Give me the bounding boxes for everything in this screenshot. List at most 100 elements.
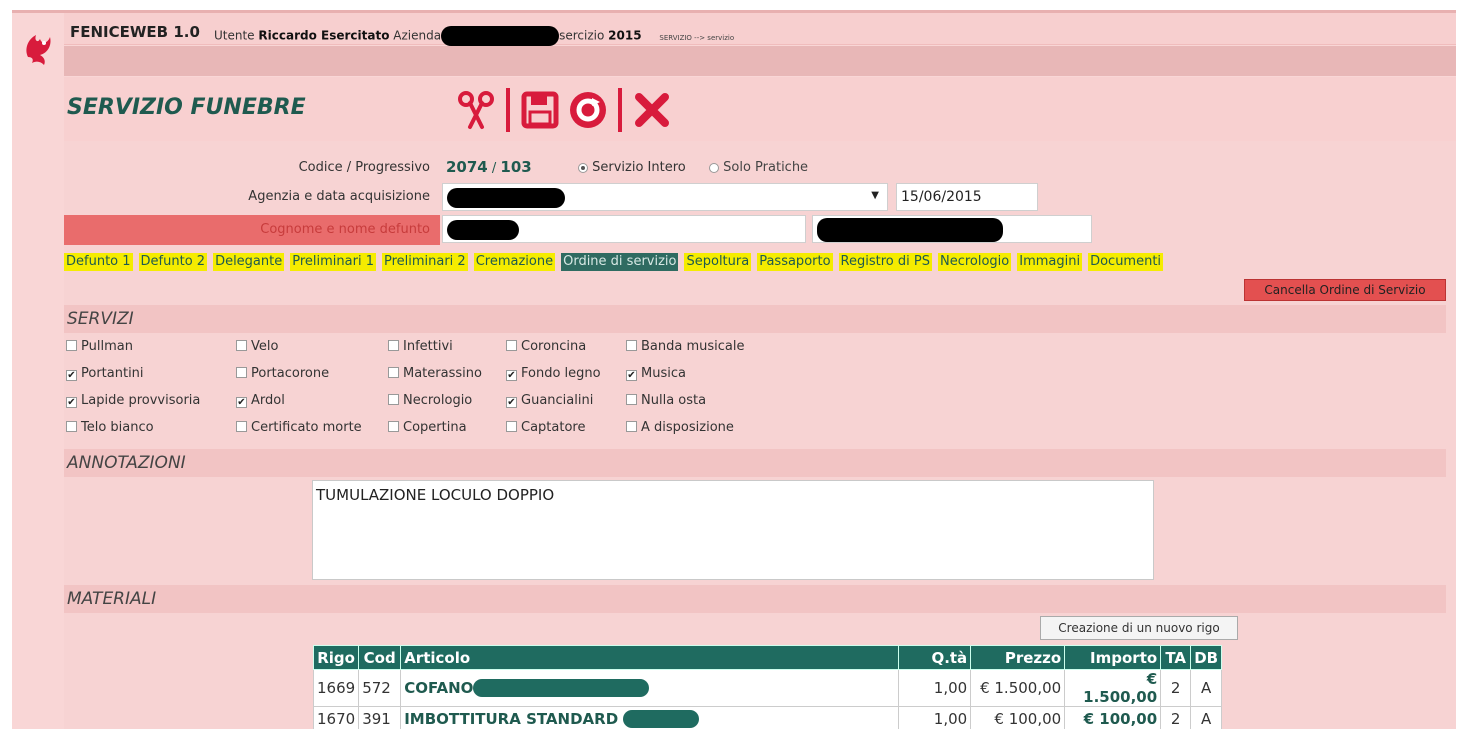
tab-preliminari-1[interactable]: Preliminari 1 bbox=[290, 253, 376, 271]
checkbox-empty-icon[interactable] bbox=[236, 367, 247, 378]
refresh-icon[interactable] bbox=[564, 86, 612, 134]
checkbox-portantini[interactable]: ✔ Portantini bbox=[66, 366, 144, 381]
checkbox-fondo-legno[interactable]: ✔ Fondo legno bbox=[506, 366, 601, 381]
redacted-articolo bbox=[473, 679, 650, 698]
tab-defunto-1[interactable]: Defunto 1 bbox=[64, 253, 133, 271]
checkbox-empty-icon[interactable] bbox=[66, 340, 77, 351]
tab-defunto-2[interactable]: Defunto 2 bbox=[138, 253, 208, 271]
checkbox-portacorone[interactable]: Portacorone bbox=[236, 366, 329, 381]
checkbox-materassino[interactable]: Materassino bbox=[388, 366, 482, 381]
codice-value: 2074 / 103 bbox=[446, 158, 532, 176]
checkbox-banda-musicale[interactable]: Banda musicale bbox=[626, 339, 745, 354]
checkbox-label: Coroncina bbox=[521, 339, 587, 354]
checkbox-guancialini[interactable]: ✔ Guancialini bbox=[506, 393, 593, 408]
checkbox-empty-icon[interactable] bbox=[626, 421, 637, 432]
breadcrumb: SERVIZIO --> servizio bbox=[659, 33, 735, 42]
top-bar: FENICEWEB 1.0 Utente Riccardo Esercitato… bbox=[64, 13, 1456, 46]
table-row[interactable]: 1670 391 IMBOTTITURA STANDARD 1,00 € 100… bbox=[312, 706, 1223, 729]
column-header-rigo: Rigo bbox=[312, 645, 360, 670]
azienda-prefix: Azienda bbox=[393, 28, 442, 43]
checkbox-empty-icon[interactable] bbox=[388, 367, 399, 378]
tab-cremazione[interactable]: Cremazione bbox=[473, 253, 556, 271]
tab-ordine-di-servizio[interactable]: Ordine di servizio bbox=[561, 253, 679, 271]
nuovo-rigo-button[interactable]: Creazione di un nuovo rigo bbox=[1040, 616, 1238, 640]
articolo-text: COFANO bbox=[404, 678, 474, 697]
checkbox-checked-icon[interactable]: ✔ bbox=[626, 370, 637, 381]
checkbox-label: Telo bianco bbox=[81, 420, 154, 435]
checkbox-empty-icon[interactable] bbox=[236, 340, 247, 351]
checkbox-checked-icon[interactable]: ✔ bbox=[506, 370, 517, 381]
checkbox-label: Certificato morte bbox=[251, 420, 362, 435]
tab-delegante[interactable]: Delegante bbox=[213, 253, 285, 271]
nome-input[interactable] bbox=[812, 215, 1092, 243]
save-icon[interactable] bbox=[516, 86, 564, 134]
checkbox-empty-icon[interactable] bbox=[506, 340, 517, 351]
checkbox-coroncina[interactable]: Coroncina bbox=[506, 339, 586, 354]
tab-registro-di-ps[interactable]: Registro di PS bbox=[838, 253, 932, 271]
checkbox-pullman[interactable]: Pullman bbox=[66, 339, 133, 354]
checkbox-musica[interactable]: ✔ Musica bbox=[626, 366, 686, 381]
page-title: SERVIZIO FUNEBRE bbox=[67, 95, 306, 120]
checkbox-captatore[interactable]: Captatore bbox=[506, 420, 585, 435]
tab-passaporto[interactable]: Passaporto bbox=[757, 253, 833, 271]
radio-off-icon[interactable] bbox=[709, 162, 719, 173]
tab-immagini[interactable]: Immagini bbox=[1017, 253, 1083, 271]
checkbox-nulla-osta[interactable]: Nulla osta bbox=[626, 393, 706, 408]
checkbox-empty-icon[interactable] bbox=[388, 340, 399, 351]
menu-bar bbox=[64, 46, 1456, 76]
cognome-input[interactable] bbox=[442, 215, 806, 243]
checkbox-a-disposizione[interactable]: A disposizione bbox=[626, 420, 734, 435]
tab-necrologio[interactable]: Necrologio bbox=[937, 253, 1012, 271]
tab-preliminari-2[interactable]: Preliminari 2 bbox=[381, 253, 468, 271]
table-row[interactable]: 1669 572 COFANO 1,00 € 1.500,00 € 1.500,… bbox=[312, 669, 1223, 707]
checkbox-empty-icon[interactable] bbox=[236, 421, 247, 432]
checkbox-necrologio[interactable]: Necrologio bbox=[388, 393, 472, 408]
checkbox-copertina[interactable]: Copertina bbox=[388, 420, 467, 435]
chevron-down-icon[interactable]: ▼ bbox=[871, 190, 879, 201]
progressivo-separator: / bbox=[491, 161, 497, 176]
checkbox-lapide-provvisoria[interactable]: ✔ Lapide provvisoria bbox=[66, 393, 200, 408]
rigo-cell: 1670 bbox=[312, 706, 360, 729]
phoenix-logo-icon bbox=[26, 35, 51, 65]
radio-servizio-intero[interactable]: Servizio Intero bbox=[578, 160, 686, 175]
cancella-ordine-button[interactable]: Cancella Ordine di Servizio bbox=[1244, 279, 1446, 301]
cod-cell: 391 bbox=[358, 706, 402, 729]
tab-bar: Defunto 1 Defunto 2 Delegante Preliminari 1… bbox=[64, 253, 1169, 271]
data-acquisizione-input[interactable]: 15/06/2015 bbox=[896, 183, 1038, 211]
db-cell: A bbox=[1190, 706, 1223, 729]
checkbox-certificato-morte[interactable]: Certificato morte bbox=[236, 420, 362, 435]
radio-on-icon[interactable] bbox=[578, 162, 588, 173]
title-bar: SERVIZIO FUNEBRE bbox=[64, 77, 1456, 141]
checkbox-infettivi[interactable]: Infettivi bbox=[388, 339, 453, 354]
close-icon[interactable] bbox=[628, 86, 676, 134]
checkbox-velo[interactable]: Velo bbox=[236, 339, 278, 354]
checkbox-empty-icon[interactable] bbox=[626, 394, 637, 405]
checkbox-empty-icon[interactable] bbox=[388, 421, 399, 432]
checkbox-checked-icon[interactable]: ✔ bbox=[236, 397, 247, 408]
agenzia-select[interactable]: ▼ bbox=[442, 183, 888, 211]
checkbox-checked-icon[interactable]: ✔ bbox=[66, 370, 77, 381]
checkbox-checked-icon[interactable]: ✔ bbox=[506, 397, 517, 408]
checkbox-telo-bianco[interactable]: Telo bianco bbox=[66, 420, 154, 435]
prezzo-cell: € 1.500,00 bbox=[970, 669, 1066, 707]
ta-cell: 2 bbox=[1160, 669, 1192, 707]
radio-solo-pratiche[interactable]: Solo Pratiche bbox=[709, 160, 808, 175]
column-header-db: DB bbox=[1190, 645, 1223, 670]
checkbox-label: Pullman bbox=[81, 339, 133, 354]
annotazioni-textarea[interactable]: TUMULAZIONE LOCULO DOPPIO bbox=[312, 480, 1154, 580]
checkbox-empty-icon[interactable] bbox=[506, 421, 517, 432]
scissors-icon[interactable] bbox=[452, 86, 500, 134]
checkbox-empty-icon[interactable] bbox=[66, 421, 77, 432]
tab-sepoltura[interactable]: Sepoltura bbox=[684, 253, 752, 271]
checkbox-empty-icon[interactable] bbox=[626, 340, 637, 351]
ta-cell: 2 bbox=[1160, 706, 1192, 729]
tab-documenti[interactable]: Documenti bbox=[1088, 253, 1164, 271]
redacted-agenzia bbox=[447, 188, 565, 208]
toolbar bbox=[452, 85, 676, 135]
importo-cell: € 100,00 bbox=[1064, 706, 1162, 729]
redacted-azienda bbox=[441, 26, 560, 46]
checkbox-ardol[interactable]: ✔ Ardol bbox=[236, 393, 285, 408]
qta-cell: 1,00 bbox=[898, 706, 972, 729]
checkbox-checked-icon[interactable]: ✔ bbox=[66, 397, 77, 408]
checkbox-empty-icon[interactable] bbox=[388, 394, 399, 405]
